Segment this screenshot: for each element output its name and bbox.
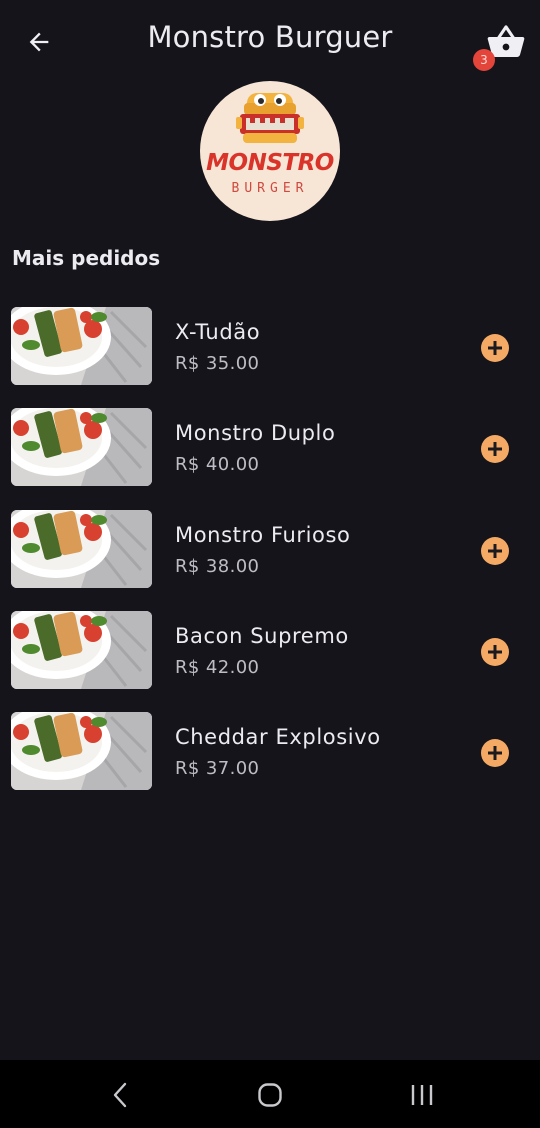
product-name: Bacon Supremo xyxy=(175,624,349,648)
logo-title: MONSTRO xyxy=(206,150,334,176)
plus-icon xyxy=(488,645,502,659)
app-bar: Monstro Burguer 3 xyxy=(0,0,540,82)
chevron-left-icon xyxy=(113,1082,127,1108)
product-item[interactable]: Monstro Furioso R$ 38.00 xyxy=(0,510,540,590)
restaurant-logo: MONSTRO BURGER xyxy=(200,81,340,221)
product-image xyxy=(11,408,152,486)
home-circle-icon xyxy=(258,1083,282,1107)
product-item[interactable]: Bacon Supremo R$ 42.00 xyxy=(0,611,540,691)
screen: Monstro Burguer 3 MONSTRO BURGER Mais pe… xyxy=(0,0,540,1128)
product-price: R$ 37.00 xyxy=(175,758,260,779)
product-name: X-Tudão xyxy=(175,320,261,344)
plus-icon xyxy=(488,442,502,456)
add-to-cart-button[interactable] xyxy=(481,739,509,767)
product-image xyxy=(11,611,152,689)
product-item[interactable]: X-Tudão R$ 35.00 xyxy=(0,307,540,387)
system-recents-button[interactable] xyxy=(402,1078,442,1112)
add-to-cart-button[interactable] xyxy=(481,537,509,565)
plus-icon xyxy=(488,746,502,760)
product-image xyxy=(11,712,152,790)
system-back-button[interactable] xyxy=(100,1078,140,1112)
product-name: Monstro Duplo xyxy=(175,421,336,445)
product-price: R$ 40.00 xyxy=(175,454,260,475)
section-title: Mais pedidos xyxy=(12,246,161,270)
plus-icon xyxy=(488,544,502,558)
product-price: R$ 42.00 xyxy=(175,657,260,678)
add-to-cart-button[interactable] xyxy=(481,435,509,463)
product-image xyxy=(11,510,152,588)
recents-bars-icon xyxy=(411,1085,433,1105)
system-nav-bar xyxy=(0,1060,540,1128)
system-home-button[interactable] xyxy=(250,1078,290,1112)
product-image xyxy=(11,307,152,385)
product-item[interactable]: Monstro Duplo R$ 40.00 xyxy=(0,408,540,488)
product-name: Cheddar Explosivo xyxy=(175,725,381,749)
product-item[interactable]: Cheddar Explosivo R$ 37.00 xyxy=(0,712,540,792)
page-title: Monstro Burguer xyxy=(147,20,393,54)
product-name: Monstro Furioso xyxy=(175,523,351,547)
logo-subtitle: BURGER xyxy=(231,181,309,196)
plus-icon xyxy=(488,341,502,355)
product-price: R$ 38.00 xyxy=(175,556,260,577)
product-price: R$ 35.00 xyxy=(175,353,260,374)
add-to-cart-button[interactable] xyxy=(481,334,509,362)
cart-count-badge: 3 xyxy=(473,49,495,71)
add-to-cart-button[interactable] xyxy=(481,638,509,666)
